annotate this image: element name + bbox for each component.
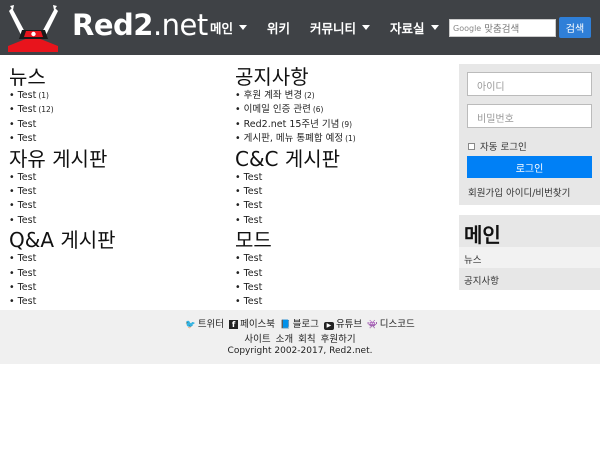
news-title[interactable]: 뉴스 bbox=[9, 66, 229, 88]
social-facebook[interactable]: f 페이스북 bbox=[229, 319, 275, 330]
list-item[interactable]: • Test bbox=[235, 267, 455, 281]
list-item[interactable]: • Test bbox=[235, 171, 455, 185]
notice-section: 공지사항 • 후원 계좌 변경 (2) • 이메일 인증 관련 (6) • Red2.ne… bbox=[235, 66, 455, 147]
list-item[interactable]: • Test bbox=[235, 199, 455, 213]
facebook-icon: f bbox=[229, 320, 239, 329]
mod-title[interactable]: 모드 bbox=[235, 229, 455, 251]
list-item[interactable]: • Test bbox=[9, 132, 229, 146]
free-board-section: 자유 게시판 • Test • Test • Test • Test bbox=[9, 148, 229, 229]
search-button[interactable]: 검색 bbox=[559, 17, 591, 38]
red2-logo-icon bbox=[0, 0, 67, 55]
list-item[interactable]: • Test bbox=[235, 252, 455, 266]
mod-section: 모드 • Test • Test • Test • Test bbox=[235, 229, 455, 310]
nav-main-label: 메인 bbox=[210, 21, 234, 36]
password-field[interactable]: 비밀번호 bbox=[467, 104, 592, 128]
caret-down-icon bbox=[239, 25, 248, 30]
twitter-icon: 🐦 bbox=[185, 320, 196, 330]
nav-community[interactable]: 커뮤니티 bbox=[310, 18, 371, 37]
copyright: Copyright 2002-2017, Red2.net. bbox=[227, 346, 373, 356]
list-item[interactable]: • Test bbox=[235, 295, 455, 309]
footer: 🐦 트위터 f 페이스북 📘 블로그 ▶ 유튜브 👾 디스코드 사이트 소개 회칙 후원하… bbox=[0, 310, 600, 364]
nav-archive[interactable]: 자료실 bbox=[390, 18, 439, 37]
list-item[interactable]: • Test bbox=[9, 281, 229, 295]
social-discord[interactable]: 👾 디스코드 bbox=[367, 319, 415, 330]
login-button[interactable]: 로그인 bbox=[467, 156, 592, 178]
brand-wordmark[interactable]: Red2.net bbox=[72, 8, 208, 42]
auto-login-row[interactable]: 자동 로그인 bbox=[468, 139, 527, 153]
free-board-title[interactable]: 자유 게시판 bbox=[9, 148, 229, 170]
blog-icon: 📘 bbox=[280, 320, 291, 330]
list-item[interactable]: • Test bbox=[9, 171, 229, 185]
nav-wiki-label: 위키 bbox=[267, 21, 291, 36]
left-column: 뉴스 • Test (1) • Test (12) • Test • Test 자유 게시판… bbox=[9, 66, 229, 311]
list-item[interactable]: • Test bbox=[235, 214, 455, 228]
right-column: 공지사항 • 후원 계좌 변경 (2) • 이메일 인증 관련 (6) • Red2.ne… bbox=[235, 66, 455, 311]
site-logo[interactable] bbox=[0, 0, 67, 55]
list-item[interactable]: • Test (1) bbox=[9, 89, 229, 103]
nav-main[interactable]: 메인 bbox=[210, 18, 248, 37]
top-navbar: Red2.net 메인 위키 커뮤니티 자료실 Google 맞춤검색 검색 bbox=[0, 0, 600, 55]
social-twitter[interactable]: 🐦 트위터 bbox=[185, 319, 224, 330]
google-label: Google bbox=[453, 23, 482, 33]
side-menu: 메인 뉴스 공지사항 bbox=[459, 215, 600, 290]
list-item[interactable]: • 게시판, 메뉴 통폐합 예정 (1) bbox=[235, 132, 455, 146]
list-item[interactable]: • 후원 계좌 변경 (2) bbox=[235, 89, 455, 103]
side-menu-item-news[interactable]: 뉴스 bbox=[459, 247, 600, 268]
side-menu-item-notice[interactable]: 공지사항 bbox=[459, 268, 600, 289]
auto-login-label: 자동 로그인 bbox=[480, 142, 527, 153]
news-section: 뉴스 • Test (1) • Test (12) • Test • Test bbox=[9, 66, 229, 147]
nav-wiki[interactable]: 위키 bbox=[267, 18, 290, 37]
notice-title[interactable]: 공지사항 bbox=[235, 66, 455, 88]
caret-down-icon bbox=[430, 25, 439, 30]
social-links: 🐦 트위터 f 페이스북 📘 블로그 ▶ 유튜브 👾 디스코드 bbox=[0, 316, 600, 330]
main-nav: 메인 위키 커뮤니티 자료실 bbox=[210, 0, 459, 55]
list-item[interactable]: • Test bbox=[9, 118, 229, 132]
user-id-field[interactable]: 아이디 bbox=[467, 72, 592, 96]
login-panel: 아이디 비밀번호 자동 로그인 로그인 회원가입 아이디/비번찾기 bbox=[459, 64, 600, 205]
nav-archive-label: 자료실 bbox=[390, 21, 425, 36]
search-input[interactable]: Google 맞춤검색 bbox=[449, 19, 556, 37]
cnc-board-section: C&C 게시판 • Test • Test • Test • Test bbox=[235, 148, 455, 229]
auto-login-checkbox[interactable] bbox=[468, 142, 475, 150]
list-item[interactable]: • Test bbox=[235, 281, 455, 295]
social-youtube[interactable]: ▶ 유튜브 bbox=[323, 319, 362, 330]
list-item[interactable]: • Test bbox=[9, 252, 229, 266]
list-item[interactable]: • Test bbox=[9, 185, 229, 199]
list-item[interactable]: • Test (12) bbox=[9, 103, 229, 117]
search-placeholder: 맞춤검색 bbox=[484, 24, 520, 35]
cnc-board-title[interactable]: C&C 게시판 bbox=[235, 148, 455, 170]
social-blog[interactable]: 📘 블로그 bbox=[280, 319, 319, 330]
list-item[interactable]: • Test bbox=[9, 214, 229, 228]
list-item[interactable]: • Test bbox=[9, 295, 229, 309]
caret-down-icon bbox=[362, 25, 371, 30]
nav-community-label: 커뮤니티 bbox=[310, 21, 357, 36]
footer-links[interactable]: 사이트 소개 회칙 후원하기 bbox=[0, 331, 600, 345]
discord-icon: 👾 bbox=[367, 320, 378, 330]
list-item[interactable]: • Test bbox=[235, 185, 455, 199]
list-item[interactable]: • Red2.net 15주년 기념 (9) bbox=[235, 118, 455, 132]
youtube-icon: ▶ bbox=[323, 322, 334, 330]
qna-board-title[interactable]: Q&A 게시판 bbox=[9, 229, 229, 251]
side-menu-title: 메인 bbox=[464, 223, 501, 247]
account-links[interactable]: 회원가입 아이디/비번찾기 bbox=[468, 185, 570, 199]
list-item[interactable]: • 이메일 인증 관련 (6) bbox=[235, 103, 455, 117]
list-item[interactable]: • Test bbox=[9, 199, 229, 213]
qna-board-section: Q&A 게시판 • Test • Test • Test • Test bbox=[9, 229, 229, 310]
list-item[interactable]: • Test bbox=[9, 267, 229, 281]
